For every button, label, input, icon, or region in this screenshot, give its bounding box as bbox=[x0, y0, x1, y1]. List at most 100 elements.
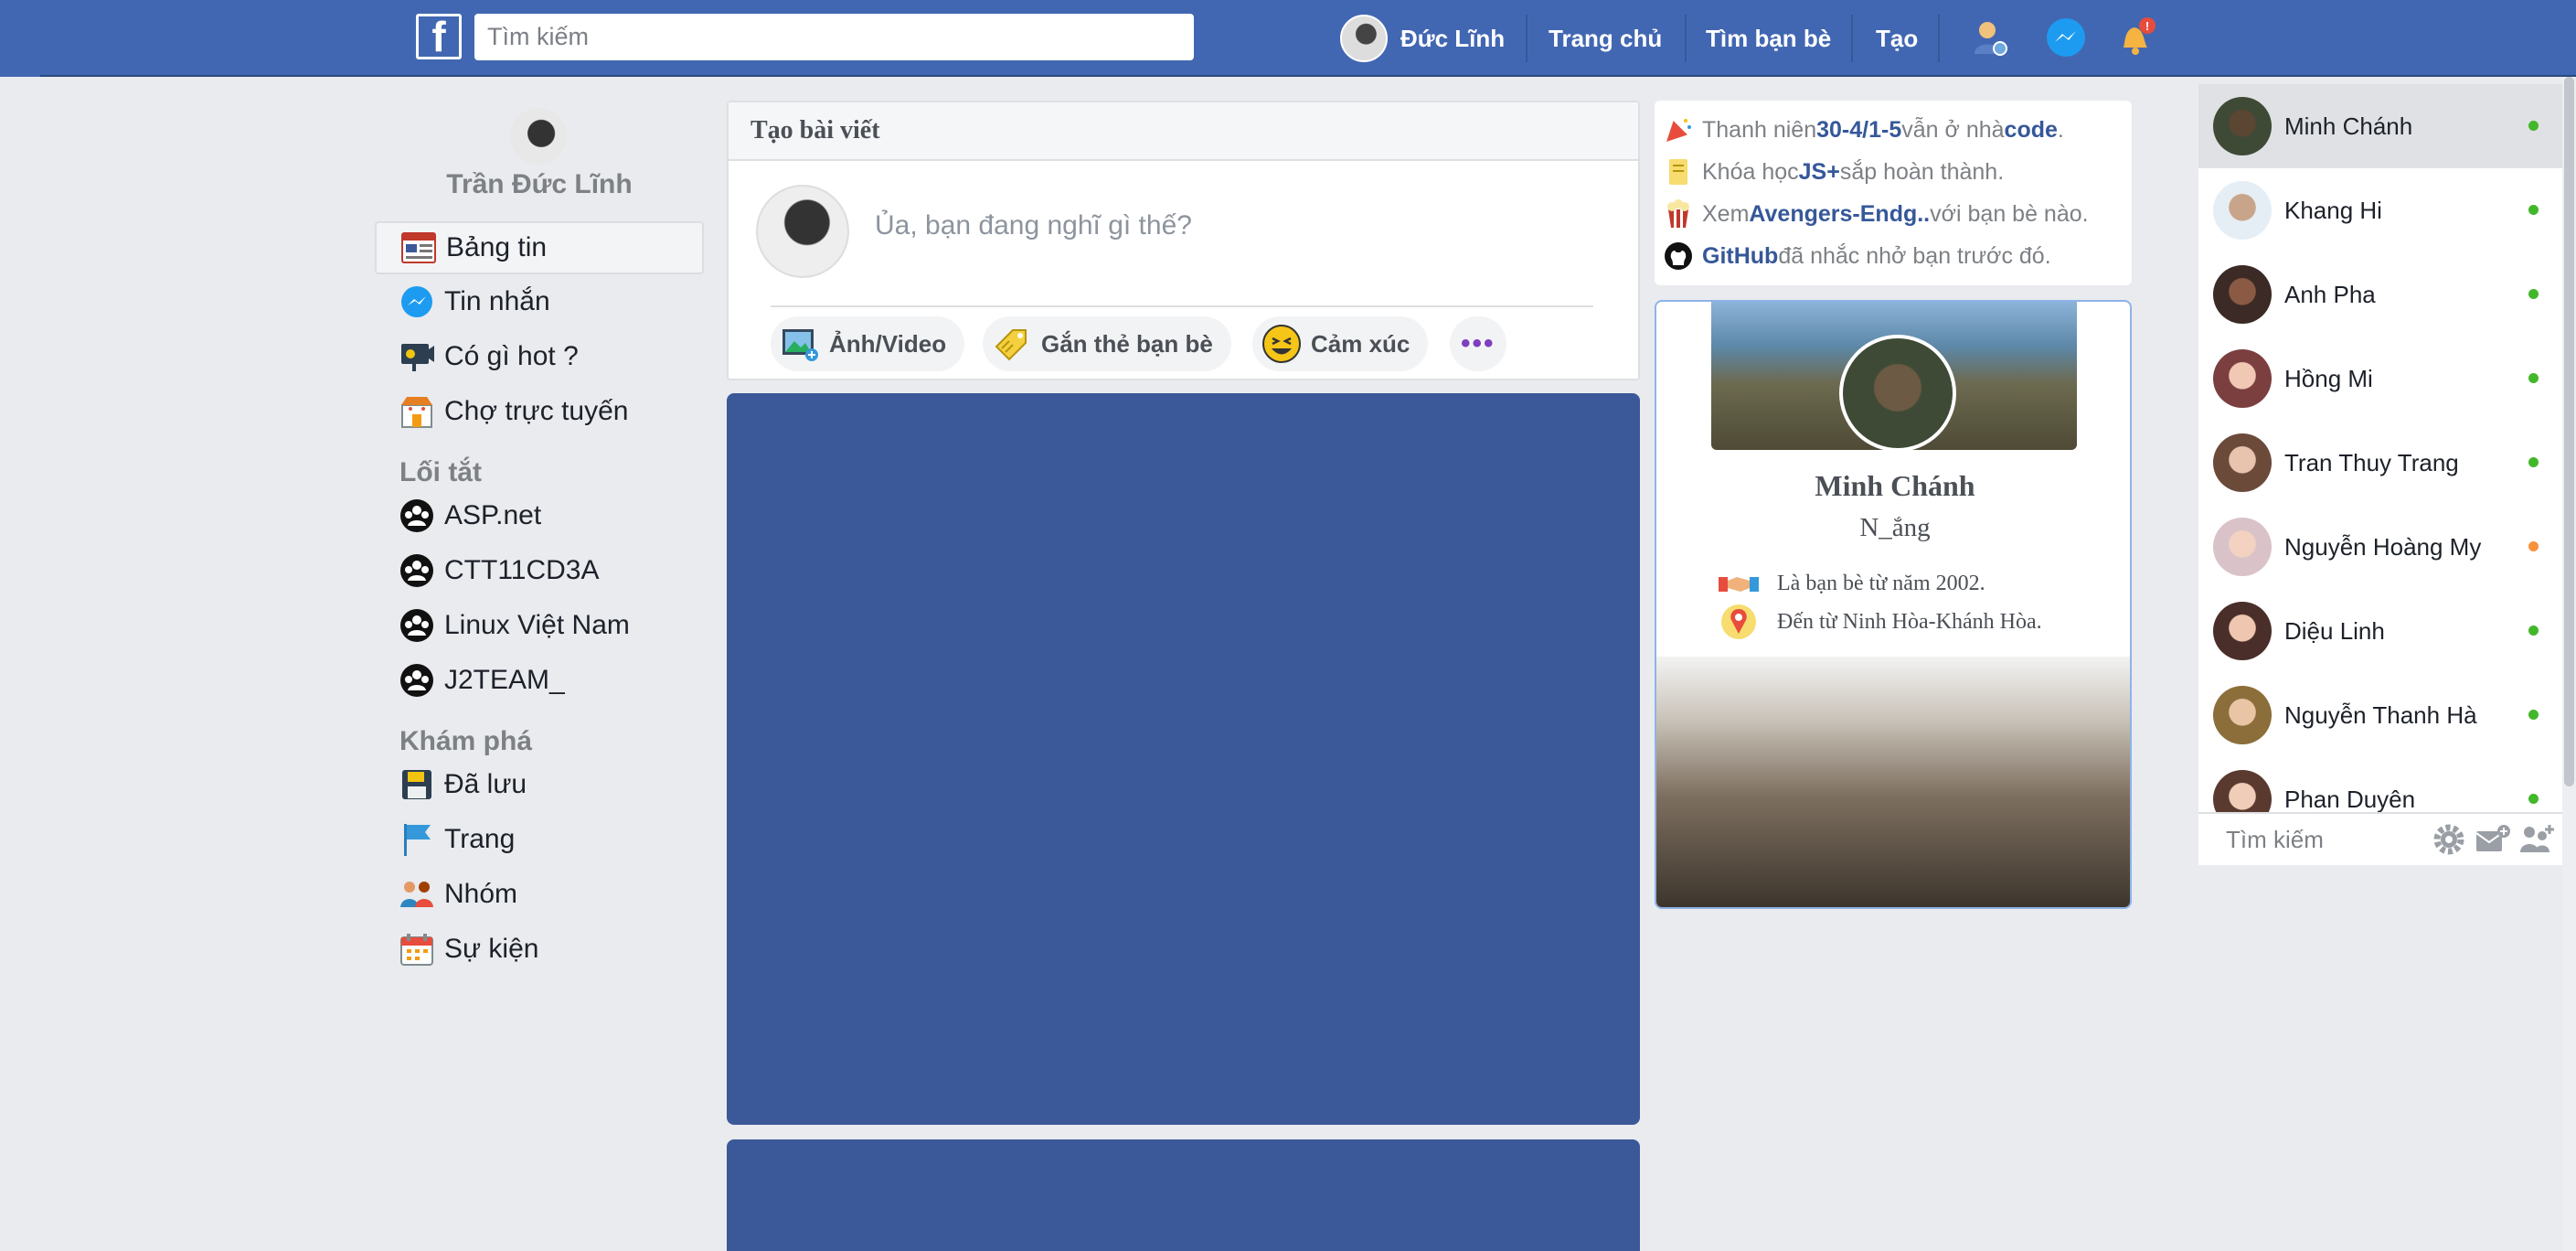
profile-avatar[interactable] bbox=[510, 108, 567, 165]
post-text-input[interactable]: Ủa, bạn đang nghĩ gì thế? bbox=[875, 210, 1192, 241]
online-status-dot bbox=[2528, 457, 2539, 467]
nav-profile-link[interactable]: Đức Lĩnh bbox=[1340, 13, 1505, 64]
sidebar-item-label: CTT11CD3A bbox=[444, 555, 600, 585]
friends-since: Là bạn bè từ năm 2002. bbox=[1719, 565, 1985, 602]
reminder-item[interactable]: Thanh niên 30-4/1-5 vẫn ở nhà code. bbox=[1664, 115, 2064, 144]
facebook-logo-icon[interactable]: f bbox=[416, 14, 462, 59]
sidebar-item-events[interactable]: Sự kiện bbox=[375, 923, 704, 976]
sidebar-item-shortcut-linux[interactable]: Linux Việt Nam bbox=[375, 599, 704, 652]
handshake-icon bbox=[1719, 565, 1759, 602]
news-feed-icon bbox=[400, 230, 437, 266]
avatar bbox=[2213, 265, 2272, 324]
create-post-title: Tạo bài viết bbox=[729, 102, 1638, 161]
profile-name[interactable]: Trần Đức Lĩnh bbox=[375, 169, 704, 200]
avatar bbox=[2213, 97, 2272, 155]
avatar bbox=[2213, 349, 2272, 408]
sidebar-item-pages[interactable]: Trang bbox=[375, 813, 704, 866]
reminder-item[interactable]: GitHub đã nhắc nhở bạn trước đó. bbox=[1664, 241, 2051, 271]
online-status-dot bbox=[2528, 205, 2539, 215]
composer-divider bbox=[771, 305, 1593, 307]
sidebar-item-label: Có gì hot ? bbox=[444, 341, 579, 371]
reminders-panel: Thanh niên 30-4/1-5 vẫn ở nhà code. Khóa… bbox=[1655, 101, 2132, 285]
notifications-bell-icon[interactable]: ! bbox=[2112, 14, 2159, 61]
more-options-button[interactable]: ••• bbox=[1450, 316, 1506, 371]
chat-contact[interactable]: Nguyễn Hoàng My bbox=[2198, 505, 2562, 589]
sidebar-item-shortcut-j2team[interactable]: J2TEAM_ bbox=[375, 654, 704, 707]
avatar bbox=[2213, 602, 2272, 660]
messenger-icon[interactable] bbox=[2042, 14, 2090, 61]
sidebar-item-label: Linux Việt Nam bbox=[444, 610, 630, 640]
feed-post-card[interactable] bbox=[727, 393, 1640, 1125]
calendar-icon bbox=[399, 931, 435, 968]
group-icon bbox=[399, 607, 435, 644]
github-icon bbox=[1664, 241, 1693, 271]
reminder-item[interactable]: Xem Avengers-Endg.. với bạn bè nào. bbox=[1664, 199, 2089, 229]
shared-photo[interactable] bbox=[1656, 657, 2130, 907]
sidebar-item-label: Bảng tin bbox=[446, 232, 548, 262]
more-icon: ••• bbox=[1461, 328, 1496, 358]
sidebar-item-shortcut-aspnet[interactable]: ASP.net bbox=[375, 489, 704, 542]
friend-profile-card[interactable]: Minh Chánh N_ắng Là bạn bè từ năm 2002. … bbox=[1655, 300, 2132, 909]
sidebar-item-groups[interactable]: Nhóm bbox=[375, 868, 704, 921]
friend-nickname: N_ắng bbox=[1859, 513, 1931, 542]
tag-friends-icon bbox=[992, 324, 1032, 364]
reminder-item[interactable]: Khóa học JS+ sắp hoàn thành. bbox=[1664, 157, 2004, 187]
chat-contact[interactable]: Khang Hi bbox=[2198, 168, 2562, 252]
group-icon bbox=[399, 662, 435, 699]
friend-requests-icon[interactable] bbox=[1965, 14, 2013, 61]
sidebar-item-label: ASP.net bbox=[444, 500, 542, 530]
messenger-icon bbox=[399, 283, 435, 320]
create-group-icon[interactable] bbox=[2517, 819, 2557, 860]
hot-video-icon bbox=[399, 338, 435, 375]
photo-video-button[interactable]: Ảnh/Video bbox=[771, 316, 965, 371]
group-icon bbox=[399, 552, 435, 589]
sidebar-item-whats-hot[interactable]: Có gì hot ? bbox=[375, 330, 704, 383]
nav-divider bbox=[1526, 15, 1528, 62]
chat-search-input[interactable] bbox=[2198, 825, 2418, 854]
online-status-dot bbox=[2528, 373, 2539, 383]
online-status-dot bbox=[2528, 626, 2539, 636]
chat-search-bar bbox=[2198, 812, 2576, 865]
confetti-icon bbox=[1664, 115, 1693, 144]
chat-contact[interactable]: Diệu Linh bbox=[2198, 589, 2562, 673]
sidebar-item-shortcut-ctt11cd3a[interactable]: CTT11CD3A bbox=[375, 544, 704, 597]
tag-friends-button[interactable]: Gắn thẻ bạn bè bbox=[983, 316, 1231, 371]
sidebar-item-label: Trang bbox=[444, 824, 516, 854]
scrollbar-thumb[interactable] bbox=[2564, 77, 2574, 786]
chat-contact[interactable]: Tran Thuy Trang bbox=[2198, 421, 2562, 505]
nav-divider bbox=[1685, 15, 1687, 62]
sidebar-item-messages[interactable]: Tin nhắn bbox=[375, 275, 704, 328]
people-icon bbox=[399, 876, 435, 913]
new-message-icon[interactable] bbox=[2473, 819, 2513, 860]
nav-create-link[interactable]: Tạo bbox=[1876, 13, 1918, 64]
chat-contact[interactable]: Nguyễn Thanh Hà bbox=[2198, 673, 2562, 757]
sidebar-item-news-feed[interactable]: Bảng tin bbox=[375, 221, 704, 274]
nav-find-friends-link[interactable]: Tìm bạn bè bbox=[1706, 13, 1831, 64]
sidebar-item-label: Chợ trực tuyến bbox=[444, 396, 629, 426]
avatar bbox=[1839, 335, 1956, 452]
sidebar-item-saved[interactable]: Đã lưu bbox=[375, 758, 704, 811]
sidebar-item-marketplace[interactable]: Chợ trực tuyến bbox=[375, 385, 704, 438]
feeling-button[interactable]: Cảm xúc bbox=[1252, 316, 1429, 371]
feed-post-card[interactable] bbox=[727, 1139, 1640, 1251]
search-input[interactable] bbox=[474, 14, 1194, 60]
nav-home-link[interactable]: Trang chủ bbox=[1549, 13, 1662, 64]
shortcuts-heading: Lối tắt bbox=[399, 457, 482, 487]
sidebar-item-label: J2TEAM_ bbox=[444, 665, 565, 695]
save-icon bbox=[399, 766, 435, 803]
chat-contact[interactable]: Minh Chánh bbox=[2198, 84, 2562, 168]
chat-contact[interactable]: Anh Pha bbox=[2198, 252, 2562, 337]
online-status-dot bbox=[2528, 710, 2539, 720]
chat-contact[interactable]: Hồng Mi bbox=[2198, 337, 2562, 421]
popcorn-icon bbox=[1664, 199, 1693, 229]
friend-name[interactable]: Minh Chánh bbox=[1656, 469, 2130, 503]
marketplace-icon bbox=[399, 393, 435, 430]
svg-text:!: ! bbox=[2145, 19, 2149, 33]
flag-icon bbox=[399, 821, 435, 858]
create-post-panel: Tạo bài viết Ủa, bạn đang nghĩ gì thế? Ả… bbox=[727, 101, 1640, 380]
top-bar-divider bbox=[40, 75, 2576, 77]
hometown: Đến từ Ninh Hòa-Khánh Hòa. bbox=[1719, 604, 2042, 640]
location-pin-icon bbox=[1719, 604, 1759, 640]
gear-icon[interactable] bbox=[2429, 819, 2469, 860]
online-status-dot bbox=[2528, 794, 2539, 804]
